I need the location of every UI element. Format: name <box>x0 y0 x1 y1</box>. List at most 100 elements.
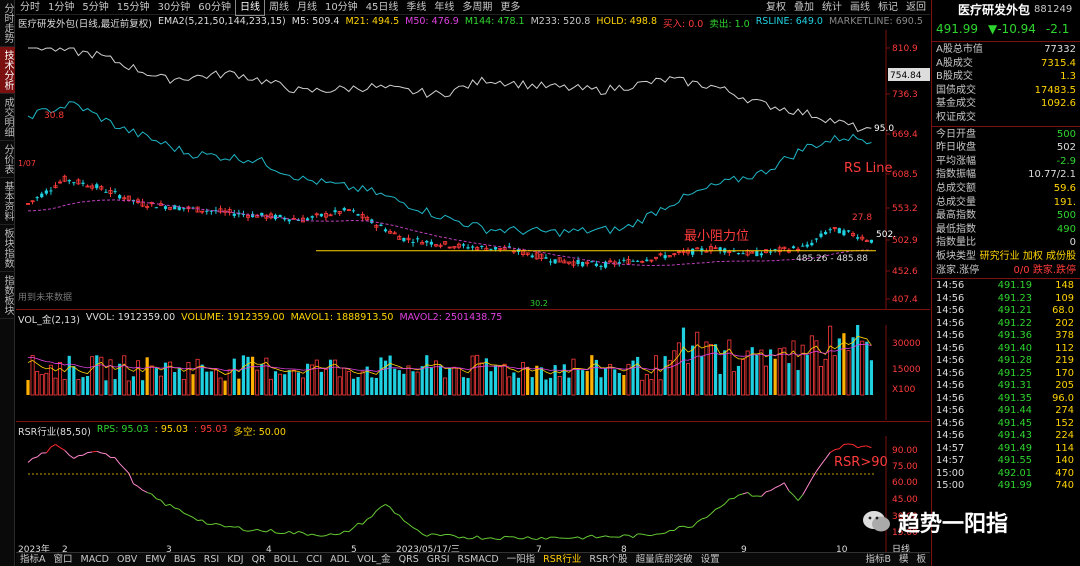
volume-bar <box>67 355 71 395</box>
indicator-tab-8[interactable]: QR <box>248 553 270 566</box>
left-date-label: 1/07 <box>18 159 36 168</box>
rsr-segment <box>476 535 483 540</box>
volume-chart[interactable]: 30000 15000 X100 <box>16 325 930 420</box>
toolbar-action-1[interactable]: 叠加 <box>790 0 818 15</box>
rsr-segment <box>252 528 258 531</box>
period-tab-12[interactable]: 年线 <box>430 0 458 15</box>
volume-bar <box>443 377 448 396</box>
period-tab-8[interactable]: 月线 <box>293 0 321 15</box>
period-tab-4[interactable]: 30分钟 <box>153 0 194 15</box>
indicator-tab-11[interactable]: ADL <box>326 553 353 566</box>
left-tab-2[interactable]: 成交明细 <box>0 94 15 141</box>
toolbar-action-4[interactable]: 标记 <box>874 0 902 15</box>
rsr-segment <box>247 530 253 532</box>
candle-body <box>553 259 557 264</box>
toolbar-action-0[interactable]: 复权 <box>762 0 790 15</box>
candle-body <box>636 260 640 262</box>
indicator-tab-10[interactable]: CCI <box>302 553 326 566</box>
rsr-segment <box>449 533 455 537</box>
indicator-tab-16[interactable]: 一阳指 <box>503 553 540 566</box>
rsr-segment <box>174 507 180 510</box>
volume-axis-label: 15000 <box>892 365 921 375</box>
indicator-tab-9[interactable]: BOLL <box>270 553 302 566</box>
period-tab-11[interactable]: 季线 <box>402 0 430 15</box>
rsr-indicator-chart[interactable]: 90.0075.0060.0045.0030.0015.00RSR>902023… <box>16 436 930 556</box>
stat-value: -2.9 <box>1056 155 1076 167</box>
volume-bar <box>493 365 498 395</box>
rsr-segment <box>793 494 799 501</box>
rsr-segment <box>788 490 794 496</box>
candle-body <box>306 218 310 221</box>
indicator-tab-20[interactable]: 设置 <box>697 553 724 566</box>
rsr-segment <box>229 525 235 528</box>
volume-bar <box>723 350 727 395</box>
indicator-tab-2[interactable]: MACD <box>77 553 113 566</box>
left-tab-5[interactable]: 板块指数 <box>0 225 15 272</box>
left-tab-3[interactable]: 分价表 <box>0 141 15 178</box>
period-tab-10[interactable]: 45日线 <box>362 0 403 15</box>
period-tab-6[interactable]: 日线 <box>234 0 265 16</box>
period-tab-9[interactable]: 10分钟 <box>321 0 362 15</box>
indicator-tab-19[interactable]: 超量底部突破 <box>632 553 697 566</box>
panel-divider <box>16 309 930 310</box>
volume-bar <box>337 376 342 396</box>
indicator-tab-3[interactable]: OBV <box>113 553 141 566</box>
rsr-segment <box>688 526 693 529</box>
indicator-tab-13[interactable]: QRS <box>395 553 423 566</box>
indicator-tab-7[interactable]: KDJ <box>223 553 247 566</box>
indicator-tab-1[interactable]: 窗口 <box>50 553 77 566</box>
period-tab-14[interactable]: 更多 <box>496 0 524 15</box>
left-tab-4[interactable]: 基本资料 <box>0 178 15 225</box>
price-axis-label: 608.5 <box>892 170 918 180</box>
rsr-segment <box>284 530 290 534</box>
indicator-tab-4[interactable]: EMV <box>141 553 170 566</box>
indicator-right-tab-1[interactable]: 模 <box>895 553 913 566</box>
volume-bar <box>90 356 95 396</box>
indicator-tab-0[interactable]: 指标A <box>16 553 50 566</box>
left-tab-1[interactable]: 技术分析 <box>0 47 15 94</box>
indicator-tab-18[interactable]: RSR个股 <box>585 553 631 566</box>
indicator-right-tab-2[interactable]: 板 <box>912 553 930 566</box>
period-tab-2[interactable]: 5分钟 <box>78 0 112 15</box>
tick-list[interactable]: 14:56 491.19 148 14:56 491.23 109 14:56 491.21 6… <box>932 280 1080 493</box>
period-tab-0[interactable]: 分时 <box>16 0 44 15</box>
toolbar-action-2[interactable]: 统计 <box>818 0 846 15</box>
period-tab-3[interactable]: 15分钟 <box>113 0 154 15</box>
left-tab-0[interactable]: 分时走势 <box>0 0 15 47</box>
rsr-segment <box>527 536 533 540</box>
indicator-right-tab-0[interactable]: 指标B <box>861 553 895 566</box>
indicator-tab-5[interactable]: BIAS <box>170 553 200 566</box>
m21-value: M21: 494.5 <box>345 16 400 27</box>
toolbar-action-3[interactable]: 画线 <box>846 0 874 15</box>
rsr-segment <box>178 508 185 514</box>
indicator-tab-17[interactable]: RSR行业 <box>539 553 585 566</box>
toolbar-action-5[interactable]: 返回 <box>902 0 930 15</box>
period-tab-5[interactable]: 60分钟 <box>194 0 235 15</box>
indicator-tab-6[interactable]: RSI <box>200 553 223 566</box>
watermark: 趋势一阳指 <box>862 506 1008 538</box>
volume-bar <box>76 379 81 396</box>
period-tab-7[interactable]: 周线 <box>265 0 293 15</box>
rsr-segment <box>454 535 460 539</box>
tick-row: 14:56 491.40 112 <box>932 343 1080 356</box>
rsr-segment <box>160 499 166 506</box>
indicator-tab-15[interactable]: RSMACD <box>454 553 503 566</box>
indicator-tab-14[interactable]: GRSI <box>423 553 454 566</box>
tick-p: 491.22 <box>997 317 1032 329</box>
main-legend-name: 医疗研发外包(日线,最近前复权) <box>18 19 152 30</box>
rsr-segment <box>325 533 331 537</box>
stat-label: 总成交额 <box>936 182 976 194</box>
stat-value: 17483.5 <box>1034 84 1076 96</box>
volume-bar <box>691 345 695 395</box>
period-tab-1[interactable]: 1分钟 <box>44 0 78 15</box>
indicator-tab-12[interactable]: VOL_金 <box>353 553 394 566</box>
stat-label: 平均涨幅 <box>936 155 976 167</box>
volume-bar <box>787 363 791 395</box>
volume-bar <box>438 365 443 395</box>
period-tab-13[interactable]: 多周期 <box>458 0 496 15</box>
candle-body <box>232 213 236 216</box>
main-price-chart[interactable]: 810.9736.3669.4608.5553.2502.9452.6407.4… <box>16 30 930 310</box>
hold-value: HOLD: 498.8 <box>596 16 657 27</box>
volume-bar <box>122 355 127 396</box>
left-tab-6[interactable]: 指数板块 <box>0 272 15 319</box>
